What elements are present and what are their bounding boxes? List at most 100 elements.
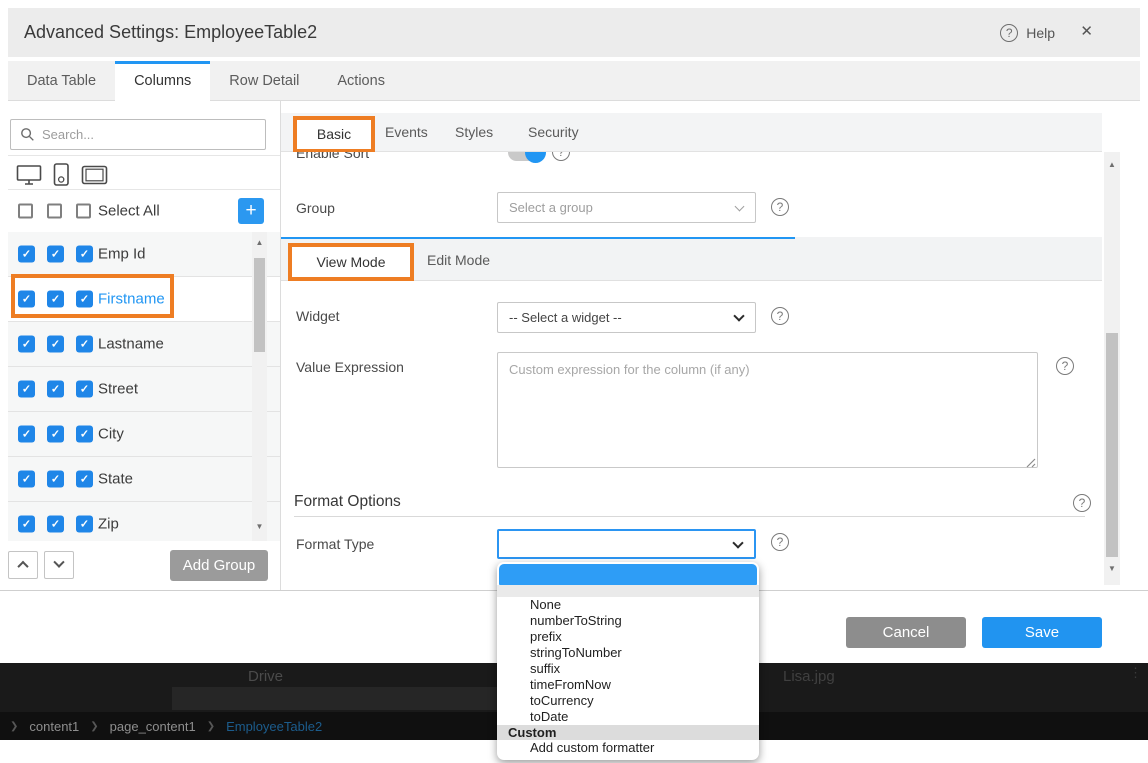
- panel-scrollbar[interactable]: ▲ ▼: [1104, 152, 1120, 585]
- scroll-thumb[interactable]: [1106, 333, 1118, 557]
- tab-view-mode[interactable]: View Mode: [288, 243, 414, 281]
- desktop-checkbox[interactable]: [18, 381, 35, 398]
- column-label[interactable]: Lastname: [98, 336, 164, 353]
- dropdown-option[interactable]: prefix: [497, 629, 759, 645]
- tab-columns[interactable]: Columns: [115, 61, 210, 102]
- tablet-checkbox[interactable]: [76, 336, 93, 353]
- tab-basic[interactable]: Basic: [293, 116, 375, 153]
- tablet-icon: [81, 165, 108, 185]
- column-row[interactable]: City: [8, 412, 280, 457]
- desktop-icon: [16, 163, 42, 187]
- select-all-label: Select All: [98, 203, 160, 220]
- tab-styles[interactable]: Styles: [455, 113, 493, 152]
- phone-checkbox[interactable]: [47, 336, 64, 353]
- dropdown-option[interactable]: timeFromNow: [497, 677, 759, 693]
- desktop-checkbox[interactable]: [18, 246, 35, 263]
- tablet-checkbox[interactable]: [76, 291, 93, 308]
- column-row[interactable]: Emp Id: [8, 232, 280, 277]
- add-column-button[interactable]: [238, 198, 264, 224]
- scroll-up-icon[interactable]: ▲: [1104, 160, 1120, 169]
- tab-actions[interactable]: Actions: [318, 61, 404, 100]
- dropdown-option[interactable]: numberToString: [497, 613, 759, 629]
- tablet-checkbox[interactable]: [76, 516, 93, 533]
- add-group-button[interactable]: Add Group: [170, 550, 268, 581]
- toggle-knob: [525, 152, 546, 163]
- help-button[interactable]: Help: [1000, 24, 1055, 42]
- desktop-checkbox[interactable]: [18, 426, 35, 443]
- scroll-down-icon[interactable]: ▼: [1104, 564, 1120, 573]
- dropdown-option[interactable]: stringToNumber: [497, 645, 759, 661]
- column-row[interactable]: State: [8, 457, 280, 502]
- tab-row-detail[interactable]: Row Detail: [210, 61, 318, 100]
- enable-sort-help-icon[interactable]: [552, 152, 570, 161]
- breadcrumb-item-page-content1[interactable]: page_content1: [110, 719, 196, 734]
- search-input[interactable]: [42, 127, 256, 142]
- tablet-checkbox[interactable]: [76, 381, 93, 398]
- close-icon[interactable]: [1080, 22, 1093, 40]
- value-expression-help-icon[interactable]: [1056, 357, 1074, 375]
- breadcrumb-item-employeetable2[interactable]: EmployeeTable2: [226, 719, 322, 734]
- tab-security[interactable]: Security: [528, 113, 579, 152]
- phone-checkbox[interactable]: [47, 246, 64, 263]
- column-list: Emp Id Firstname Lastname Street City: [8, 232, 280, 541]
- column-row[interactable]: Lastname: [8, 322, 280, 367]
- move-column-up-button[interactable]: [8, 551, 38, 579]
- column-row-selected[interactable]: Firstname: [8, 277, 280, 322]
- value-expression-input[interactable]: [497, 352, 1038, 468]
- dialog-header: Advanced Settings: EmployeeTable2 Help: [8, 8, 1140, 57]
- dropdown-option[interactable]: suffix: [497, 661, 759, 677]
- tablet-checkbox[interactable]: [76, 471, 93, 488]
- dropdown-option[interactable]: None: [497, 597, 759, 613]
- column-label[interactable]: Street: [98, 381, 138, 398]
- format-type-help-icon[interactable]: [771, 533, 789, 551]
- move-column-down-button[interactable]: [44, 551, 74, 579]
- group-help-icon[interactable]: [771, 198, 789, 216]
- list-scrollbar[interactable]: ▲ ▼: [252, 232, 267, 541]
- phone-checkbox[interactable]: [47, 426, 64, 443]
- phone-icon: [53, 162, 70, 187]
- group-select[interactable]: Select a group: [497, 192, 756, 223]
- scroll-down-icon[interactable]: ▼: [252, 522, 267, 531]
- select-all-desktop-checkbox[interactable]: [18, 204, 33, 219]
- desktop-checkbox[interactable]: [18, 291, 35, 308]
- desktop-checkbox[interactable]: [18, 516, 35, 533]
- desktop-checkbox[interactable]: [18, 471, 35, 488]
- widget-help-icon[interactable]: [771, 307, 789, 325]
- column-row[interactable]: Street: [8, 367, 280, 412]
- tab-edit-mode[interactable]: Edit Mode: [427, 239, 490, 281]
- tablet-checkbox[interactable]: [76, 426, 93, 443]
- save-button[interactable]: Save: [982, 617, 1102, 648]
- column-label[interactable]: Firstname: [98, 291, 165, 308]
- column-label[interactable]: City: [98, 426, 124, 443]
- tab-data-table[interactable]: Data Table: [8, 61, 115, 100]
- chevron-up-icon: [17, 561, 28, 572]
- column-label[interactable]: Emp Id: [98, 246, 146, 263]
- enable-sort-toggle[interactable]: [508, 152, 546, 163]
- phone-checkbox[interactable]: [47, 471, 64, 488]
- dropdown-option[interactable]: toCurrency: [497, 693, 759, 709]
- select-all-phone-checkbox[interactable]: [47, 204, 62, 219]
- scroll-thumb[interactable]: [254, 258, 265, 352]
- phone-checkbox[interactable]: [47, 291, 64, 308]
- desktop-checkbox[interactable]: [18, 336, 35, 353]
- phone-checkbox[interactable]: [47, 516, 64, 533]
- select-all-tablet-checkbox[interactable]: [76, 204, 91, 219]
- tab-events[interactable]: Events: [385, 113, 428, 152]
- column-label[interactable]: State: [98, 471, 133, 488]
- tablet-checkbox[interactable]: [76, 246, 93, 263]
- column-label[interactable]: Zip: [98, 516, 119, 533]
- phone-checkbox[interactable]: [47, 381, 64, 398]
- scroll-up-icon[interactable]: ▲: [252, 238, 267, 247]
- widget-select[interactable]: -- Select a widget --: [497, 302, 756, 333]
- column-row[interactable]: Zip: [8, 502, 280, 541]
- dropdown-option[interactable]: toDate: [497, 709, 759, 725]
- column-search[interactable]: [10, 119, 266, 150]
- format-type-select[interactable]: [497, 529, 756, 559]
- dropdown-option[interactable]: Add custom formatter: [497, 740, 759, 756]
- help-label: Help: [1026, 25, 1055, 41]
- dropdown-selected-option[interactable]: [499, 564, 757, 585]
- breadcrumb-chevron-icon: [10, 721, 18, 732]
- format-options-help-icon[interactable]: [1073, 494, 1091, 512]
- cancel-button[interactable]: Cancel: [846, 617, 966, 648]
- breadcrumb-item-content1[interactable]: content1: [29, 719, 79, 734]
